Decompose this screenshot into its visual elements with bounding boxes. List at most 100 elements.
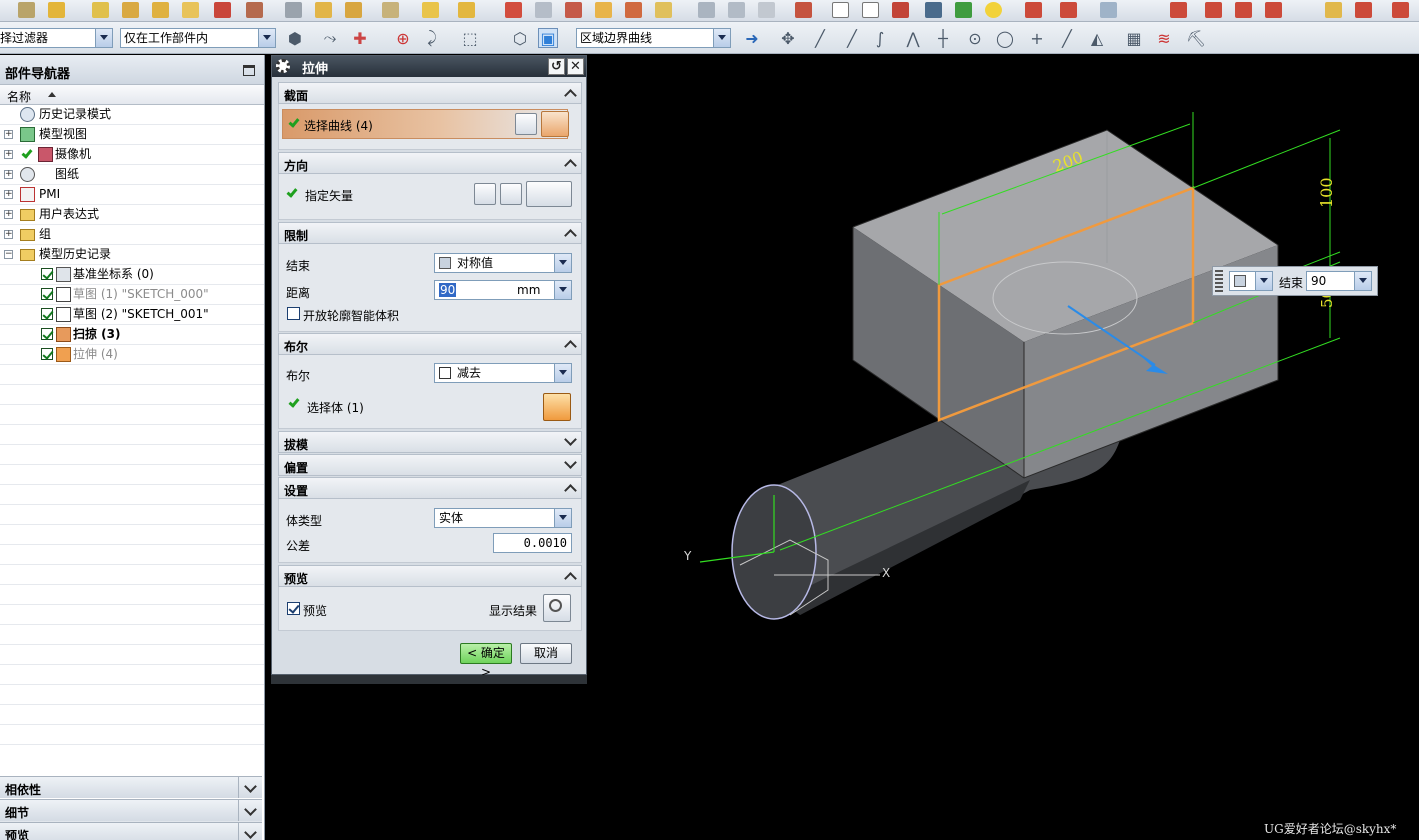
toolbar-icon[interactable] (458, 2, 475, 18)
curve-rule-combo[interactable]: 区域边界曲线 (576, 28, 731, 48)
point-snap-icon[interactable]: ✚ (350, 28, 370, 48)
boolean-select[interactable]: 减去 (434, 363, 572, 383)
spline-icon[interactable]: ⋀ (903, 28, 923, 48)
toolbar-icon[interactable] (1392, 2, 1409, 18)
toolbar-icon[interactable] (382, 2, 399, 18)
column-header-name[interactable]: 名称 (0, 85, 264, 105)
grid-icon[interactable]: ▦ (1124, 28, 1144, 48)
tree-item-sweep[interactable]: 扫掠 (3) (0, 325, 264, 345)
toolbar-icon[interactable] (1170, 2, 1187, 18)
chevron-up-icon[interactable] (559, 334, 581, 354)
chevron-up-icon[interactable] (559, 83, 581, 103)
chevron-down-icon[interactable] (559, 455, 581, 475)
center-point-icon[interactable]: ⊙ (965, 28, 985, 48)
intersection-point-icon[interactable]: ┼ (933, 28, 953, 48)
reverse-direction-icon[interactable] (474, 183, 496, 205)
expand-icon[interactable]: + (4, 170, 13, 179)
sphere-icon[interactable] (985, 2, 1002, 18)
magnifier-icon[interactable] (543, 594, 571, 622)
tree-item-extrude[interactable]: 拉伸 (4) (0, 345, 264, 365)
toolbar-icon[interactable] (758, 2, 775, 18)
toolbar-icon[interactable] (182, 2, 199, 18)
expand-icon[interactable]: + (4, 190, 13, 199)
expand-icon[interactable]: + (4, 150, 13, 159)
body-select-icon[interactable]: ▣ (538, 28, 558, 48)
assembly-icon[interactable]: ⬢ (285, 28, 305, 48)
chevron-down-icon[interactable] (554, 254, 571, 272)
line-icon[interactable]: ╱ (842, 28, 862, 48)
tree-item-sketch-2[interactable]: 草图 (2) "SKETCH_001" (0, 305, 264, 325)
tool-icon[interactable]: ⛏ (1186, 28, 1206, 48)
preview-checkbox[interactable] (287, 602, 300, 615)
distance-input[interactable]: 90 mm (434, 280, 572, 300)
toolbar-icon[interactable] (565, 2, 582, 18)
curve-icon[interactable]: ∫ (870, 28, 890, 48)
toolbar-icon[interactable] (285, 2, 302, 18)
tree-item-model-views[interactable]: + 模型视图 (0, 125, 264, 145)
arrow-right-icon[interactable]: ➜ (742, 28, 762, 48)
intersection-icon[interactable]: ⊕ (393, 28, 413, 48)
chevron-down-icon[interactable] (238, 800, 262, 821)
chevron-down-icon[interactable] (554, 364, 571, 382)
visibility-checkbox[interactable] (41, 308, 53, 320)
body-type-select[interactable]: 实体 (434, 508, 572, 528)
chevron-down-icon[interactable] (554, 509, 571, 527)
close-icon[interactable]: ✕ (567, 58, 584, 75)
reset-icon[interactable]: ↺ (548, 58, 565, 75)
select-curve-row[interactable]: 选择曲线 (4) (282, 109, 569, 139)
visibility-checkbox[interactable] (41, 328, 53, 340)
section-header-limits[interactable]: 限制 (278, 222, 582, 244)
toolbar-icon[interactable] (92, 2, 109, 18)
toolbar-icon[interactable] (955, 2, 972, 18)
toolbar-icon[interactable] (728, 2, 745, 18)
toolbar-icon[interactable] (1355, 2, 1372, 18)
tree-item-groups[interactable]: + 组 (0, 225, 264, 245)
selection-scope-combo[interactable]: 仅在工作部件内 (120, 28, 276, 48)
toolbar-icon[interactable] (795, 2, 812, 18)
toolbar-icon[interactable] (505, 2, 522, 18)
vector-dialog-icon[interactable] (500, 183, 522, 205)
model-scene[interactable]: 200 100 50 X Y X Y Z (587, 55, 1419, 840)
section-header-offset[interactable]: 偏置 (278, 454, 582, 476)
graphics-viewport[interactable]: 200 100 50 X Y X Y Z (587, 55, 1419, 840)
csv-icon[interactable] (862, 2, 879, 18)
gear-icon[interactable] (276, 59, 290, 73)
tree-item-camera[interactable]: + 摄像机 (0, 145, 264, 165)
chevron-down-icon[interactable] (258, 29, 275, 47)
curve-section-icon[interactable] (541, 111, 569, 137)
toolbar-icon[interactable] (892, 2, 909, 18)
toolbar-icon[interactable] (122, 2, 139, 18)
snap-point-icon[interactable]: ✥ (778, 28, 798, 48)
tolerance-input[interactable]: 0.0010 (493, 533, 572, 553)
expand-icon[interactable]: + (4, 210, 13, 219)
toolbar-icon[interactable] (18, 2, 35, 18)
face-select-icon[interactable]: ⬡ (510, 28, 530, 48)
csv-icon[interactable] (832, 2, 849, 18)
popup-option-select[interactable] (1229, 271, 1273, 291)
chevron-down-icon[interactable] (238, 823, 262, 840)
minimize-icon[interactable] (243, 65, 255, 76)
chevron-down-icon[interactable] (238, 777, 262, 798)
toolbar-icon[interactable] (655, 2, 672, 18)
section-header-direction[interactable]: 方向 (278, 152, 582, 174)
face-point-icon[interactable]: ◭ (1087, 28, 1107, 48)
tree-item-model-history[interactable]: − 模型历史记录 (0, 245, 264, 265)
toolbar-icon[interactable] (1025, 2, 1042, 18)
toolbar-icon[interactable] (1325, 2, 1342, 18)
tree-item-user-expressions[interactable]: + 用户表达式 (0, 205, 264, 225)
tree-item-drawings[interactable]: + 图纸 (0, 165, 264, 185)
chevron-down-icon[interactable] (554, 281, 571, 299)
circle-point-icon[interactable]: ◯ (995, 28, 1015, 48)
end-option-select[interactable]: 对称值 (434, 253, 572, 273)
toolbar-icon[interactable] (1265, 2, 1282, 18)
tree-item-datum-csys[interactable]: 基准坐标系 (0) (0, 265, 264, 285)
line-icon[interactable]: ╱ (810, 28, 830, 48)
section-header-settings[interactable]: 设置 (278, 477, 582, 499)
toolbar-icon[interactable] (315, 2, 332, 18)
chevron-down-icon[interactable] (1255, 272, 1272, 290)
details-panel[interactable]: 细节 (0, 799, 262, 821)
tree-item-sketch-1[interactable]: 草图 (1) "SKETCH_000" (0, 285, 264, 305)
toolbar-icon[interactable] (925, 2, 942, 18)
chevron-up-icon[interactable] (559, 223, 581, 243)
chevron-down-icon[interactable] (95, 29, 112, 47)
